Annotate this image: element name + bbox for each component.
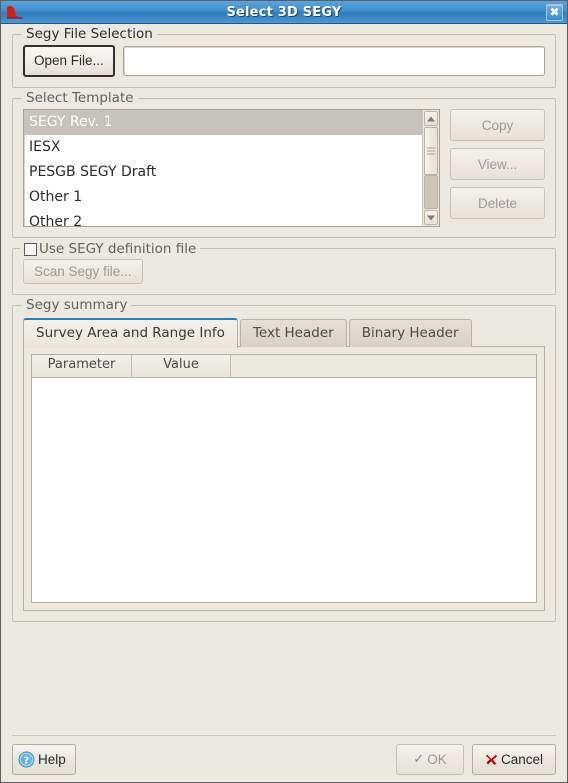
file-selection-row: Open File... (23, 45, 545, 77)
close-icon[interactable]: ✖ (546, 4, 563, 21)
list-item[interactable]: SEGY Rev. 1 (24, 110, 422, 135)
svg-text:?: ? (24, 755, 30, 766)
scrollbar-grip-icon (427, 147, 435, 155)
copy-template-button[interactable]: Copy (450, 109, 545, 141)
open-file-button[interactable]: Open File... (23, 45, 115, 77)
list-item[interactable]: Other 2 (24, 210, 422, 226)
segy-summary-title: Segy summary (22, 297, 132, 313)
list-item[interactable]: Other 1 (24, 185, 422, 210)
help-button[interactable]: ? Help (12, 743, 76, 775)
title-bar: Select 3D SEGY ✖ (1, 1, 567, 24)
summary-table-header: Parameter Value (32, 355, 536, 378)
segy-wave-icon (5, 4, 25, 21)
tab-text-header[interactable]: Text Header (239, 319, 347, 347)
cancel-button[interactable]: Cancel (472, 743, 556, 775)
scrollbar-thumb[interactable] (424, 127, 438, 175)
select-template-group: Select Template SEGY Rev. 1 IESX PESGB S… (12, 90, 556, 238)
triangle-up-icon[interactable] (424, 111, 438, 126)
template-list-scrollbar[interactable] (422, 110, 439, 226)
summary-table-body (32, 378, 536, 602)
segy-summary-group: Segy summary Survey Area and Range Info … (12, 297, 556, 622)
footer-right-buttons: ✓ OK Cancel (396, 743, 556, 775)
window-title: Select 3D SEGY (226, 4, 342, 20)
use-segy-definition-file-group: Use SEGY definition file Scan Segy file.… (12, 241, 556, 295)
select-template-title: Select Template (22, 90, 138, 106)
scrollbar-lower-track[interactable] (424, 175, 438, 209)
template-list[interactable]: SEGY Rev. 1 IESX PESGB SEGY Draft Other … (24, 110, 422, 226)
template-buttons: Copy View... Delete (450, 109, 545, 219)
help-button-label: Help (38, 751, 66, 767)
column-header-value[interactable]: Value (132, 355, 231, 377)
dialog-footer: ? Help ✓ OK Cancel (1, 736, 567, 782)
ok-button-label: OK (427, 751, 447, 767)
tab-binary-header[interactable]: Binary Header (348, 319, 472, 347)
tab-survey-area-and-range-info[interactable]: Survey Area and Range Info (23, 318, 238, 348)
list-item[interactable]: PESGB SEGY Draft (24, 160, 422, 185)
summary-table: Parameter Value (31, 354, 537, 603)
use-segy-definition-file-header: Use SEGY definition file (20, 241, 201, 257)
segy-file-selection-title: Segy File Selection (22, 26, 157, 42)
use-segy-definition-file-checkbox[interactable] (24, 242, 37, 256)
dialog-content: Segy File Selection Open File... Select … (1, 24, 567, 736)
segy-file-path-input[interactable] (122, 46, 545, 76)
column-header-parameter[interactable]: Parameter (32, 355, 132, 377)
list-item[interactable]: IESX (24, 135, 422, 160)
red-x-icon (485, 753, 498, 766)
footer-separator (12, 735, 556, 736)
check-icon: ✓ (413, 751, 425, 766)
scrollbar-track[interactable] (423, 127, 439, 209)
question-circle-icon: ? (18, 751, 35, 768)
use-segy-definition-file-label: Use SEGY definition file (39, 241, 197, 257)
ok-button[interactable]: ✓ OK (396, 743, 464, 775)
summary-tabs: Survey Area and Range Info Text Header B… (23, 318, 545, 348)
column-header-filler (231, 355, 536, 377)
view-template-button[interactable]: View... (450, 148, 545, 180)
template-listbox[interactable]: SEGY Rev. 1 IESX PESGB SEGY Draft Other … (23, 109, 440, 227)
summary-tab-panel: Parameter Value (23, 346, 545, 611)
scan-segy-file-button[interactable]: Scan Segy file... (23, 259, 143, 284)
delete-template-button[interactable]: Delete (450, 187, 545, 219)
triangle-down-icon[interactable] (424, 210, 438, 225)
select-3d-segy-dialog: Select 3D SEGY ✖ Segy File Selection Ope… (0, 0, 568, 783)
segy-file-selection-group: Segy File Selection Open File... (12, 26, 556, 88)
template-row: SEGY Rev. 1 IESX PESGB SEGY Draft Other … (23, 109, 545, 227)
cancel-button-label: Cancel (500, 751, 544, 767)
